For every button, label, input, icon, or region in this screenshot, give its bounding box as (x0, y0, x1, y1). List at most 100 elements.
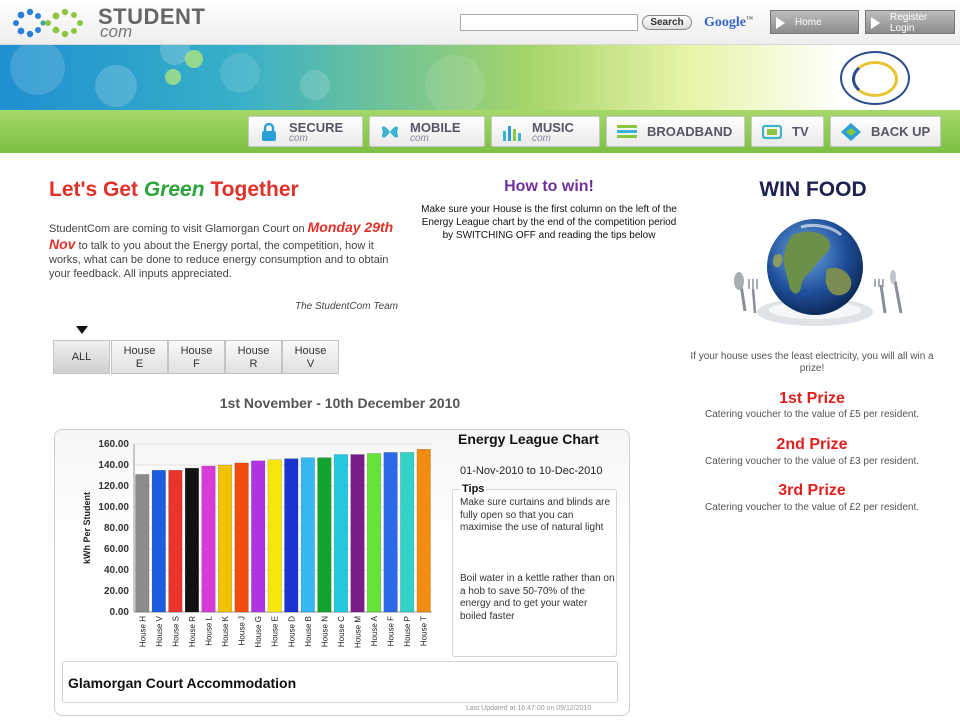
nav-mobile-sublabel: com (410, 133, 429, 144)
how-to-win-text: Make sure your House is the first column… (421, 204, 677, 241)
y-tick-label: 120.00 (98, 481, 129, 492)
selected-tab-marker-icon (76, 326, 88, 334)
tab-label: ALL (71, 351, 92, 363)
first-prize-text: Catering voucher to the value of £5 per … (704, 409, 920, 420)
register-login-button[interactable]: Register Login (865, 10, 955, 34)
second-prize-title: 2nd Prize (776, 436, 848, 453)
nav-music-sublabel: com (532, 133, 551, 144)
nav-mobile-button[interactable]: MOBILE com (369, 116, 485, 147)
equalizer-icon (503, 126, 521, 141)
banner-bubble (220, 53, 260, 93)
padlock-icon (262, 123, 276, 141)
x-tick-label: House V (155, 615, 164, 646)
chart-bar (333, 454, 348, 613)
title-part1: Let's Get (49, 178, 144, 201)
y-tick-label: 140.00 (98, 460, 129, 471)
intro-text-before: StudentCom are coming to visit Glamorgan… (49, 223, 308, 235)
x-tick-label: House B (304, 616, 313, 647)
x-tick-label: House P (403, 616, 412, 647)
tip-text: Boil water in a kettle rather than on a … (460, 573, 615, 622)
tab-letter: V (306, 358, 315, 370)
x-tick-label: House R (188, 616, 197, 647)
tab-label: House (180, 345, 213, 357)
x-tick-label: House S (171, 616, 180, 647)
x-tick-label: House F (387, 616, 396, 646)
x-tick-label: House J (238, 616, 247, 645)
university-logo-emblem (852, 61, 898, 97)
studentcom-logo-icon[interactable] (8, 6, 94, 40)
banner-bubble (95, 65, 137, 107)
energy-league-chart: 0.00 20.00 40.00 60.00 80.00 100.00 120.00 140.… (82, 439, 432, 648)
y-axis-label: kWh Per Student (82, 492, 92, 564)
home-label: Home (795, 17, 822, 28)
y-tick-label: 80.00 (104, 523, 129, 534)
tab-house-e[interactable]: House E (111, 340, 168, 374)
x-tick-label: House N (320, 616, 329, 647)
x-tick-label: House A (370, 615, 379, 646)
third-prize-text: Catering voucher to the value of £2 per … (704, 502, 920, 513)
tab-house-f[interactable]: House F (168, 340, 225, 374)
service-nav-bar: SECURE com MOBILE com MUSIC com BROADBAN… (0, 110, 960, 153)
mobile-butterfly-icon (381, 126, 399, 138)
banner-bubble (425, 55, 485, 110)
x-tick-label: House C (337, 616, 346, 647)
chart-bar (184, 467, 199, 613)
chart-date-range: 01-Nov-2010 to 10-Dec-2010 (460, 465, 603, 477)
chart-bar (234, 462, 249, 613)
tab-letter: R (249, 358, 258, 370)
tab-letter: E (135, 358, 144, 370)
nav-broadband-label: BROADBAND (647, 124, 733, 139)
x-tick-label: House K (221, 615, 230, 646)
search-input[interactable] (460, 14, 638, 31)
chart-bar (201, 465, 216, 613)
banner-bubble (300, 70, 330, 100)
backup-diamond-icon (841, 123, 861, 141)
y-tick-label: 100.00 (98, 502, 129, 513)
x-tick-label: House D (287, 616, 296, 647)
signature: The StudentCom Team (294, 301, 398, 312)
tip-text: Make sure curtains and blinds are fully … (460, 497, 611, 533)
intro-paragraph: StudentCom are coming to visit Glamorgan… (49, 219, 399, 281)
search-button[interactable]: Search (642, 15, 692, 30)
x-tick-label: House T (420, 616, 429, 646)
university-logo (840, 51, 910, 105)
intro-text-after: to talk to you about the Energy portal, … (49, 240, 389, 280)
title-green: Green (143, 178, 205, 201)
tab-all[interactable]: ALL (53, 340, 110, 374)
competition-period: 1st November - 10th December 2010 (219, 395, 461, 411)
title-part2: Together (204, 178, 299, 201)
chart-bar (367, 453, 382, 613)
page: STUDENT com Search Google™ Home Register… (0, 0, 960, 720)
chart-bar (300, 457, 315, 613)
third-prize-title: 3rd Prize (778, 482, 846, 499)
banner-bubble (165, 69, 181, 85)
broadband-icon (617, 125, 637, 138)
tab-letter: F (193, 358, 200, 370)
chart-bar (218, 464, 233, 613)
y-tick-label: 60.00 (104, 544, 129, 555)
home-button[interactable]: Home (770, 10, 859, 34)
top-bar: STUDENT com Search Google™ Home Register… (0, 0, 960, 45)
register-label: Register Login (890, 12, 927, 34)
chart-bar (400, 452, 415, 613)
nav-tv-button[interactable]: TV (751, 116, 824, 147)
chart-title: Energy League Chart (458, 431, 599, 447)
chart-bar (416, 449, 431, 613)
y-tick-label: 160.00 (98, 439, 129, 450)
tv-icon (762, 124, 782, 140)
tab-label: House (123, 345, 156, 357)
tab-house-r[interactable]: House R (225, 340, 282, 374)
nav-broadband-button[interactable]: BROADBAND (606, 116, 745, 147)
tab-house-v[interactable]: House V (282, 340, 339, 374)
nav-music-button[interactable]: MUSIC com (491, 116, 600, 147)
register-label-line1: Register (890, 12, 928, 23)
how-to-win-title: How to win! (504, 178, 594, 195)
page-title: Let's Get Green Together (49, 178, 299, 202)
chart-bar (251, 460, 266, 613)
chart-bar (151, 470, 166, 613)
nav-backup-button[interactable]: BACK UP (830, 116, 941, 147)
banner-bubble (185, 50, 203, 68)
tips-label: Tips (460, 483, 487, 495)
last-updated-text: Last Updated at 16:47:00 on 09/12/2010 (466, 705, 592, 712)
nav-secure-button[interactable]: SECURE com (248, 116, 363, 147)
